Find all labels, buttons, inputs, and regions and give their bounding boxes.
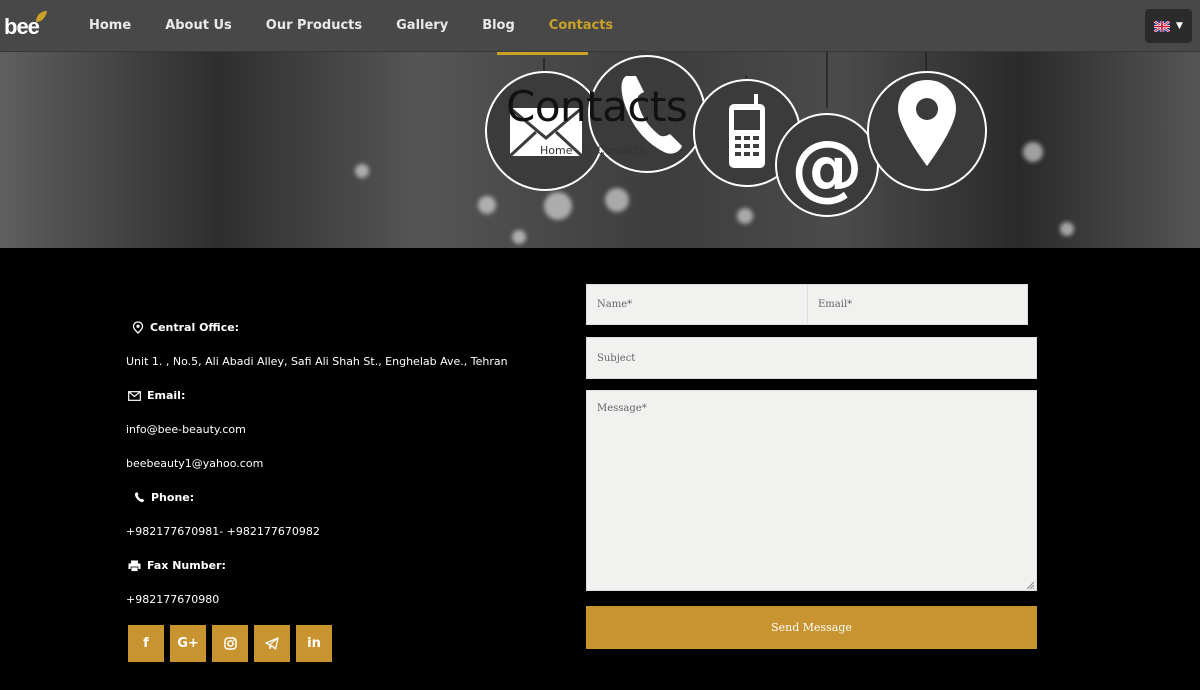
language-selector[interactable]: ▼: [1145, 9, 1192, 43]
name-input[interactable]: [586, 284, 808, 325]
hero-banner: @ Contacts Home › Contacts: [0, 52, 1200, 248]
breadcrumb-home[interactable]: Home: [540, 144, 572, 157]
google-plus-icon: G+: [177, 636, 199, 651]
map-pin-icon: [132, 321, 144, 334]
phone-numbers[interactable]: +982177670981- +982177670982: [126, 525, 320, 538]
fax-label: Fax Number:: [147, 559, 226, 572]
office-label: Central Office:: [150, 321, 240, 334]
site-header: bee Home About Us Our Products Gallery B…: [0, 0, 1200, 52]
nav-our-products[interactable]: Our Products: [249, 0, 379, 52]
resize-handle-icon[interactable]: [1025, 580, 1035, 590]
leaf-icon: [36, 11, 47, 22]
facebook-icon: f: [143, 636, 149, 651]
google-plus-button[interactable]: G+: [170, 625, 206, 662]
linkedin-button[interactable]: in: [296, 625, 332, 662]
email-label-row: Email:: [128, 389, 185, 402]
instagram-button[interactable]: [212, 625, 248, 662]
phone-label-row: Phone:: [134, 491, 194, 504]
facebook-button[interactable]: f: [128, 625, 164, 662]
logo[interactable]: bee: [4, 11, 48, 42]
email-label: Email:: [147, 389, 186, 402]
send-message-button[interactable]: Send Message: [586, 606, 1037, 649]
breadcrumb: Home › Contacts: [540, 144, 645, 157]
svg-text:@: @: [791, 125, 863, 209]
fax-number: +982177670980: [126, 593, 220, 606]
phone-icon: [135, 492, 145, 503]
bokeh-light: [355, 164, 369, 178]
email-input[interactable]: [807, 284, 1028, 325]
nav-contacts[interactable]: Contacts: [532, 0, 630, 52]
breadcrumb-current: Contacts: [596, 144, 646, 157]
main-nav: Home About Us Our Products Gallery Blog …: [72, 0, 630, 52]
active-nav-indicator: [497, 52, 588, 55]
social-links: f G+ in: [128, 625, 332, 662]
location-pin-icon: [867, 52, 987, 191]
bokeh-light: [478, 196, 496, 214]
printer-icon: [128, 560, 141, 572]
message-textarea[interactable]: [586, 390, 1037, 591]
envelope-icon: [128, 390, 141, 401]
email-address-1[interactable]: info@bee-beauty.com: [126, 423, 246, 436]
email-address-2[interactable]: beebeauty1@yahoo.com: [126, 457, 263, 470]
phone-label: Phone:: [151, 491, 195, 504]
chevron-down-icon: ▼: [1176, 21, 1183, 31]
nav-blog[interactable]: Blog: [465, 0, 532, 52]
nav-gallery[interactable]: Gallery: [379, 0, 465, 52]
telegram-icon: [265, 637, 279, 650]
bokeh-light: [1023, 142, 1043, 162]
subject-input[interactable]: [586, 337, 1037, 379]
fax-label-row: Fax Number:: [128, 559, 226, 572]
nav-home[interactable]: Home: [72, 0, 148, 52]
telegram-button[interactable]: [254, 625, 290, 662]
page-title: Contacts: [506, 82, 688, 131]
nav-about-us[interactable]: About Us: [148, 0, 249, 52]
instagram-icon: [223, 637, 237, 650]
chevron-right-icon: ›: [582, 144, 587, 157]
office-address: Unit 1. , No.5, Ali Abadi Alley, Safi Al…: [126, 355, 508, 368]
linkedin-icon: in: [307, 636, 321, 651]
bokeh-light: [737, 208, 753, 224]
office-label-row: Central Office:: [132, 321, 239, 334]
bokeh-light: [512, 230, 526, 244]
bokeh-light: [1060, 222, 1074, 236]
uk-flag-icon: [1154, 20, 1171, 32]
